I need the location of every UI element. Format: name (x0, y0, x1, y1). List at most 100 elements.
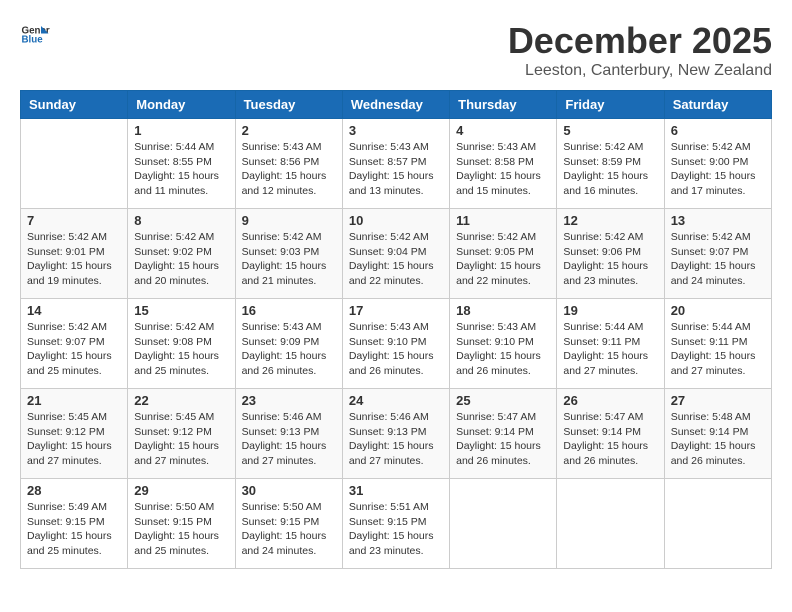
calendar-cell: 5 Sunrise: 5:42 AMSunset: 8:59 PMDaylight… (557, 119, 664, 209)
day-number: 26 (563, 393, 657, 408)
day-info: Sunrise: 5:42 AMSunset: 9:04 PMDaylight:… (349, 230, 443, 289)
logo: General Blue (20, 20, 50, 50)
calendar-cell (450, 479, 557, 569)
calendar-cell: 30 Sunrise: 5:50 AMSunset: 9:15 PMDayligh… (235, 479, 342, 569)
calendar-cell: 2Sunrise: 5:43 AMSunset: 8:56 PMDaylight… (235, 119, 342, 209)
day-info: Sunrise: 5:44 AMSunset: 9:11 PMDaylight:… (563, 320, 657, 379)
calendar-cell: 8 Sunrise: 5:42 AMSunset: 9:02 PMDaylight… (128, 209, 235, 299)
calendar-cell: 12 Sunrise: 5:42 AMSunset: 9:06 PMDayligh… (557, 209, 664, 299)
day-number: 3 (349, 123, 443, 138)
day-info: Sunrise: 5:44 AMSunset: 9:11 PMDaylight:… (671, 320, 765, 379)
day-info: Sunrise: 5:45 AMSunset: 9:12 PMDaylight:… (134, 410, 228, 469)
day-info: Sunrise: 5:42 AMSunset: 9:01 PMDaylight:… (27, 230, 121, 289)
calendar-cell: 10 Sunrise: 5:42 AMSunset: 9:04 PMDayligh… (342, 209, 449, 299)
page-header: General Blue December 2025 Leeston, Cant… (20, 20, 772, 80)
day-number: 4 (456, 123, 550, 138)
day-info: Sunrise: 5:48 AMSunset: 9:14 PMDaylight:… (671, 410, 765, 469)
calendar-cell: 15 Sunrise: 5:42 AMSunset: 9:08 PMDayligh… (128, 299, 235, 389)
calendar-cell: 4 Sunrise: 5:43 AMSunset: 8:58 PMDaylight… (450, 119, 557, 209)
calendar-cell: 27Sunrise: 5:48 AMSunset: 9:14 PMDayligh… (664, 389, 771, 479)
calendar-cell: 21Sunrise: 5:45 AMSunset: 9:12 PMDayligh… (21, 389, 128, 479)
day-number: 31 (349, 483, 443, 498)
header-sunday: Sunday (21, 91, 128, 119)
day-info: Sunrise: 5:42 AMSunset: 9:06 PMDaylight:… (563, 230, 657, 289)
calendar-week-1: 1 Sunrise: 5:44 AMSunset: 8:55 PMDaylight… (21, 119, 772, 209)
calendar-cell (21, 119, 128, 209)
header-saturday: Saturday (664, 91, 771, 119)
calendar-cell (557, 479, 664, 569)
day-number: 8 (134, 213, 228, 228)
logo-icon: General Blue (20, 20, 50, 50)
header-tuesday: Tuesday (235, 91, 342, 119)
calendar-table: Sunday Monday Tuesday Wednesday Thursday… (20, 90, 772, 569)
day-info: Sunrise: 5:42 AMSunset: 9:03 PMDaylight:… (242, 230, 336, 289)
day-number: 15 (134, 303, 228, 318)
day-info: Sunrise: 5:42 AMSunset: 9:08 PMDaylight:… (134, 320, 228, 379)
calendar-cell: 25Sunrise: 5:47 AMSunset: 9:14 PMDayligh… (450, 389, 557, 479)
day-info: Sunrise: 5:43 AMSunset: 8:57 PMDaylight:… (349, 140, 443, 199)
day-number: 1 (134, 123, 228, 138)
day-info: Sunrise: 5:43 AMSunset: 8:56 PMDaylight:… (242, 140, 336, 199)
day-info: Sunrise: 5:42 AMSunset: 9:02 PMDaylight:… (134, 230, 228, 289)
day-number: 23 (242, 393, 336, 408)
day-number: 17 (349, 303, 443, 318)
calendar-cell: 1 Sunrise: 5:44 AMSunset: 8:55 PMDaylight… (128, 119, 235, 209)
day-number: 5 (563, 123, 657, 138)
day-info: Sunrise: 5:44 AMSunset: 8:55 PMDaylight:… (134, 140, 228, 199)
day-number: 6 (671, 123, 765, 138)
calendar-week-2: 7 Sunrise: 5:42 AMSunset: 9:01 PMDaylight… (21, 209, 772, 299)
calendar-cell: 26 Sunrise: 5:47 AMSunset: 9:14 PMDayligh… (557, 389, 664, 479)
calendar-cell: 28 Sunrise: 5:49 AMSunset: 9:15 PMDayligh… (21, 479, 128, 569)
day-number: 28 (27, 483, 121, 498)
day-info: Sunrise: 5:46 AMSunset: 9:13 PMDaylight:… (242, 410, 336, 469)
day-info: Sunrise: 5:50 AMSunset: 9:15 PMDaylight:… (134, 500, 228, 559)
calendar-cell (664, 479, 771, 569)
day-info: Sunrise: 5:51 AMSunset: 9:15 PMDaylight:… (349, 500, 443, 559)
title-area: December 2025 Leeston, Canterbury, New Z… (508, 20, 772, 80)
calendar-cell: 24 Sunrise: 5:46 AMSunset: 9:13 PMDayligh… (342, 389, 449, 479)
header-wednesday: Wednesday (342, 91, 449, 119)
day-info: Sunrise: 5:47 AMSunset: 9:14 PMDaylight:… (456, 410, 550, 469)
day-info: Sunrise: 5:50 AMSunset: 9:15 PMDaylight:… (242, 500, 336, 559)
day-number: 22 (134, 393, 228, 408)
day-number: 29 (134, 483, 228, 498)
day-info: Sunrise: 5:47 AMSunset: 9:14 PMDaylight:… (563, 410, 657, 469)
day-info: Sunrise: 5:42 AMSunset: 9:07 PMDaylight:… (671, 230, 765, 289)
day-info: Sunrise: 5:42 AMSunset: 9:05 PMDaylight:… (456, 230, 550, 289)
day-info: Sunrise: 5:49 AMSunset: 9:15 PMDaylight:… (27, 500, 121, 559)
day-info: Sunrise: 5:46 AMSunset: 9:13 PMDaylight:… (349, 410, 443, 469)
calendar-cell: 6 Sunrise: 5:42 AMSunset: 9:00 PMDaylight… (664, 119, 771, 209)
day-info: Sunrise: 5:43 AMSunset: 9:10 PMDaylight:… (456, 320, 550, 379)
day-info: Sunrise: 5:42 AMSunset: 9:07 PMDaylight:… (27, 320, 121, 379)
day-number: 30 (242, 483, 336, 498)
calendar-cell: 19 Sunrise: 5:44 AMSunset: 9:11 PMDayligh… (557, 299, 664, 389)
day-number: 10 (349, 213, 443, 228)
day-number: 16 (242, 303, 336, 318)
calendar-cell: 3 Sunrise: 5:43 AMSunset: 8:57 PMDaylight… (342, 119, 449, 209)
calendar-cell: 13 Sunrise: 5:42 AMSunset: 9:07 PMDayligh… (664, 209, 771, 299)
calendar-cell: 9Sunrise: 5:42 AMSunset: 9:03 PMDaylight… (235, 209, 342, 299)
calendar-cell: 31 Sunrise: 5:51 AMSunset: 9:15 PMDayligh… (342, 479, 449, 569)
calendar-week-3: 14Sunrise: 5:42 AMSunset: 9:07 PMDayligh… (21, 299, 772, 389)
day-number: 24 (349, 393, 443, 408)
day-number: 13 (671, 213, 765, 228)
day-number: 7 (27, 213, 121, 228)
day-info: Sunrise: 5:43 AMSunset: 9:10 PMDaylight:… (349, 320, 443, 379)
day-number: 18 (456, 303, 550, 318)
calendar-cell: 11 Sunrise: 5:42 AMSunset: 9:05 PMDayligh… (450, 209, 557, 299)
day-number: 19 (563, 303, 657, 318)
calendar-week-4: 21Sunrise: 5:45 AMSunset: 9:12 PMDayligh… (21, 389, 772, 479)
day-info: Sunrise: 5:42 AMSunset: 8:59 PMDaylight:… (563, 140, 657, 199)
header-thursday: Thursday (450, 91, 557, 119)
day-info: Sunrise: 5:42 AMSunset: 9:00 PMDaylight:… (671, 140, 765, 199)
calendar-cell: 18 Sunrise: 5:43 AMSunset: 9:10 PMDayligh… (450, 299, 557, 389)
calendar-cell: 23 Sunrise: 5:46 AMSunset: 9:13 PMDayligh… (235, 389, 342, 479)
calendar-cell: 7 Sunrise: 5:42 AMSunset: 9:01 PMDaylight… (21, 209, 128, 299)
day-number: 11 (456, 213, 550, 228)
day-info: Sunrise: 5:43 AMSunset: 8:58 PMDaylight:… (456, 140, 550, 199)
calendar-week-5: 28 Sunrise: 5:49 AMSunset: 9:15 PMDayligh… (21, 479, 772, 569)
location-title: Leeston, Canterbury, New Zealand (508, 62, 772, 80)
day-number: 12 (563, 213, 657, 228)
day-number: 20 (671, 303, 765, 318)
calendar-cell: 14Sunrise: 5:42 AMSunset: 9:07 PMDayligh… (21, 299, 128, 389)
